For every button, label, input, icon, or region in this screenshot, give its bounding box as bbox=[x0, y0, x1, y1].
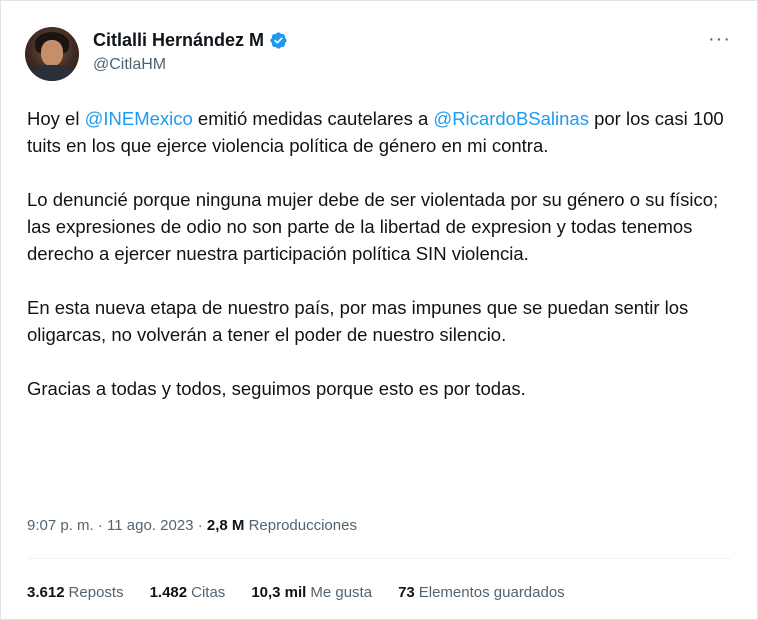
likes-count: 10,3 mil bbox=[251, 584, 307, 601]
tweet-date[interactable]: 11 ago. 2023 bbox=[107, 517, 193, 534]
tweet-paragraph: Gracias a todas y todos, seguimos porque… bbox=[27, 378, 526, 399]
author-handle[interactable]: @CitlaHM bbox=[93, 56, 166, 74]
engagement-stats: 3.612 Reposts 1.482 Citas 10,3 mil Me gusta… bbox=[27, 584, 591, 601]
text-segment: Hoy el bbox=[27, 108, 85, 129]
tweet-text: Hoy el @INEMexico emitió medidas cautela… bbox=[27, 105, 727, 402]
avatar[interactable] bbox=[25, 27, 79, 81]
meta-separator: · bbox=[193, 517, 207, 534]
quotes-label: Citas bbox=[191, 584, 226, 601]
reposts-label: Reposts bbox=[68, 584, 124, 601]
likes-label: Me gusta bbox=[310, 584, 373, 601]
bookmarks-stat[interactable]: 73 Elementos guardados bbox=[398, 584, 565, 601]
meta-separator: · bbox=[93, 517, 108, 534]
tweet-time[interactable]: 9:07 p. m. bbox=[27, 517, 94, 534]
tweet-paragraph: En esta nueva etapa de nuestro país, por… bbox=[27, 297, 689, 345]
views-label: Reproducciones bbox=[248, 517, 357, 534]
text-segment: emitió medidas cautelares a bbox=[192, 108, 434, 129]
avatar-face bbox=[41, 40, 63, 66]
more-options-icon[interactable]: ··· bbox=[708, 29, 731, 49]
divider bbox=[27, 558, 731, 559]
mention-link[interactable]: @INEMexico bbox=[85, 108, 193, 129]
quotes-stat[interactable]: 1.482 Citas bbox=[150, 584, 226, 601]
avatar-body bbox=[31, 65, 73, 81]
mention-link[interactable]: @RicardoBSalinas bbox=[433, 108, 589, 129]
author-display-name[interactable]: Citlalli Hernández M bbox=[93, 30, 264, 51]
tweet-paragraph: Lo denuncié porque ninguna mujer debe de… bbox=[27, 189, 719, 264]
quotes-count: 1.482 bbox=[149, 584, 188, 601]
verified-badge-icon bbox=[270, 32, 287, 49]
tweet-paragraph: Hoy el @INEMexico emitió medidas cautela… bbox=[27, 105, 727, 159]
bookmarks-count: 73 bbox=[398, 584, 415, 601]
likes-stat[interactable]: 10,3 mil Me gusta bbox=[251, 584, 372, 601]
reposts-stat[interactable]: 3.612 Reposts bbox=[27, 584, 124, 601]
tweet-card: Citlalli Hernández M @CitlaHM ··· Hoy el… bbox=[0, 0, 758, 620]
reposts-count: 3.612 bbox=[27, 584, 65, 601]
tweet-meta: 9:07 p. m. · 11 ago. 2023 · 2,8 M Reprod… bbox=[27, 517, 357, 534]
author-name-row[interactable]: Citlalli Hernández M bbox=[93, 30, 288, 51]
views-count: 2,8 M bbox=[206, 517, 245, 534]
bookmarks-label: Elementos guardados bbox=[418, 584, 565, 601]
